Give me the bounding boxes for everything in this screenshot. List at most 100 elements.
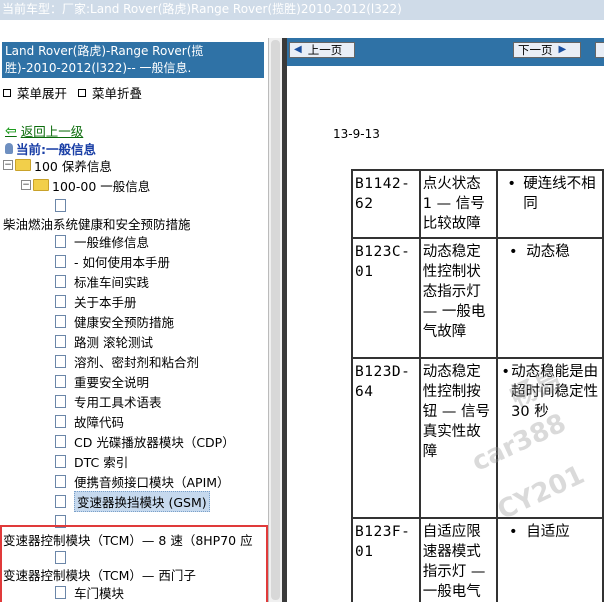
tree-node-label: 100 保养信息 bbox=[34, 158, 112, 174]
tree-item[interactable]: 一般维修信息 bbox=[55, 232, 149, 250]
extra-nav-button[interactable]: 【 bbox=[595, 42, 604, 58]
document-icon bbox=[55, 585, 66, 599]
document-icon bbox=[55, 434, 66, 448]
tree-item-label: 变速器控制模块（TCM）— 西门子 bbox=[3, 567, 196, 583]
dtc-action-cell: • 硬连线不相同 bbox=[496, 169, 604, 239]
dtc-description: 动态稳定性控制按钮 — 信号真实性故障 bbox=[418, 357, 499, 519]
folder-open-icon bbox=[33, 179, 49, 191]
document-icon bbox=[55, 474, 66, 488]
document-icon bbox=[55, 414, 66, 428]
expand-square-icon bbox=[3, 88, 11, 97]
extra-nav-label: 【 bbox=[597, 42, 604, 58]
tree-item-label: 专用工具术语表 bbox=[74, 394, 162, 410]
dtc-table: B1142-62 点火状态 1 — 信号比较故障 • 硬连线不相同 B123C-0… bbox=[351, 169, 604, 602]
tree-node-100-00[interactable]: − 100-00 一般信息 bbox=[21, 176, 150, 194]
tree-item[interactable]: DTC 索引 bbox=[55, 452, 128, 470]
document-icon bbox=[55, 514, 66, 528]
next-page-button[interactable]: 下一页 ▶ bbox=[513, 42, 581, 58]
back-link[interactable]: ⇦ 返回上一级 bbox=[5, 121, 83, 140]
next-page-label: 下一页 bbox=[518, 43, 553, 57]
tree-item-selected[interactable]: 变速器换挡模块 (GSM) bbox=[55, 490, 210, 512]
vertical-scrollbar[interactable] bbox=[268, 38, 283, 602]
dtc-code: B123F-01 bbox=[351, 517, 421, 602]
document-icon bbox=[55, 354, 66, 368]
dtc-description: 动态稳定性控制状态指示灯 — 一般电气故障 bbox=[418, 237, 499, 359]
tree-item[interactable]: 故障代码 bbox=[55, 412, 124, 430]
tree-item[interactable]: - 如何使用本手册 bbox=[55, 252, 170, 270]
arrow-left-icon: ◀ bbox=[294, 44, 302, 55]
dtc-code: B1142-62 bbox=[351, 169, 421, 239]
scrollbar-thumb[interactable] bbox=[271, 40, 280, 600]
tree-leaf-doc[interactable] bbox=[55, 196, 74, 214]
tree-item[interactable]: 重要安全说明 bbox=[55, 372, 149, 390]
tree-item-label: CD 光碟播放器模块（CDP） bbox=[74, 434, 235, 450]
dtc-description: 自适应限速器模式指示灯 — 一般电气故障 bbox=[418, 517, 499, 602]
content-panel: ◀ 上一页 下一页 ▶ 【 13-9-13 B1142-62 点火状态 1 — … bbox=[287, 38, 604, 602]
collapse-toggle-icon[interactable]: − bbox=[3, 160, 13, 170]
tree-item[interactable]: 路测 滚轮测试 bbox=[55, 332, 153, 350]
panel-title: Land Rover(路虎)-Range Rover(揽 胜)-2010-201… bbox=[2, 42, 264, 78]
document-icon bbox=[55, 234, 66, 248]
dtc-action-cell: • 自适应 bbox=[496, 517, 604, 602]
collapse-toggle-icon[interactable]: − bbox=[21, 180, 31, 190]
tree-item-label: 重要安全说明 bbox=[74, 374, 150, 390]
document-icon bbox=[55, 454, 66, 468]
tree-node-100[interactable]: − 100 保养信息 bbox=[3, 156, 112, 174]
tree-item-label: 便携音频接口模块（APIM） bbox=[74, 474, 230, 490]
document-icon bbox=[55, 494, 66, 508]
panel-title-line2: 胜)-2010-2012(l322)-- 一般信息. bbox=[5, 61, 192, 75]
bullet-mark: • bbox=[508, 524, 518, 540]
dtc-action: 硬连线不相同 bbox=[523, 176, 596, 212]
expand-all-label: 菜单展开 bbox=[17, 86, 68, 101]
tree-item-tcm-siemens[interactable]: 变速器控制模块（TCM）— 西门子 bbox=[3, 565, 196, 583]
prev-page-label: 上一页 bbox=[307, 43, 343, 57]
tree-item-label: 健康安全预防措施 bbox=[74, 314, 175, 330]
tree-item-label: - 如何使用本手册 bbox=[74, 254, 170, 270]
tree-leaf-doc[interactable] bbox=[55, 512, 74, 530]
tree-item[interactable]: 关于本手册 bbox=[55, 292, 137, 310]
tree-item-label: 标准车间实践 bbox=[74, 274, 150, 290]
tree-item[interactable]: 专用工具术语表 bbox=[55, 392, 162, 410]
tree-leaf-doc[interactable] bbox=[55, 548, 74, 566]
collapse-square-icon bbox=[78, 88, 86, 97]
tree-item[interactable]: 便携音频接口模块（APIM） bbox=[55, 472, 230, 490]
tree-item[interactable]: 健康安全预防措施 bbox=[55, 312, 174, 330]
tree-item-diesel-safety[interactable]: 柴油燃油系统健康和安全预防措施 bbox=[3, 214, 191, 232]
tree-item-label: 变速器控制模块（TCM）— 8 速（8HP70 应 bbox=[3, 532, 253, 548]
expand-all-button[interactable]: 菜单展开 bbox=[3, 83, 67, 102]
content-nav-bar: ◀ 上一页 下一页 ▶ 【 bbox=[287, 38, 604, 66]
tree-item-tcm-8hp[interactable]: 变速器控制模块（TCM）— 8 速（8HP70 应 bbox=[3, 530, 253, 548]
tree-item-label: 故障代码 bbox=[74, 414, 125, 430]
navigation-panel: Land Rover(路虎)-Range Rover(揽 胜)-2010-201… bbox=[0, 38, 268, 602]
tree-item-label: 柴油燃油系统健康和安全预防措施 bbox=[3, 216, 191, 232]
document-icon bbox=[55, 394, 66, 408]
document-icon bbox=[55, 254, 66, 268]
table-row: B123C-01 动态稳定性控制状态指示灯 — 一般电气故障 • 动态稳 bbox=[351, 237, 604, 359]
tree-item-label: 溶剂、密封剂和粘合剂 bbox=[74, 354, 200, 370]
tree-item-label: 变速器换挡模块 (GSM) bbox=[74, 490, 210, 512]
arrow-right-icon: ▶ bbox=[558, 44, 567, 55]
document-icon bbox=[55, 374, 66, 388]
dtc-action: 自适应 bbox=[526, 524, 570, 540]
collapse-all-label: 菜单折叠 bbox=[92, 86, 143, 101]
tree-item-label: 关于本手册 bbox=[74, 294, 137, 310]
tree-item-label: 一般维修信息 bbox=[74, 234, 150, 250]
location-pin-icon bbox=[5, 143, 13, 154]
tree-item[interactable]: CD 光碟播放器模块（CDP） bbox=[55, 432, 235, 450]
dtc-action: 动态稳 bbox=[526, 244, 570, 260]
tree-item-door-module[interactable]: 车门模块 bbox=[55, 583, 124, 601]
document-icon bbox=[55, 334, 66, 348]
document-date: 13-9-13 bbox=[333, 127, 380, 141]
document-icon bbox=[55, 198, 66, 212]
dtc-action-cell: • 动态稳 bbox=[496, 237, 604, 359]
tree-item[interactable]: 溶剂、密封剂和粘合剂 bbox=[55, 352, 199, 370]
tree-item[interactable]: 标准车间实践 bbox=[55, 272, 149, 290]
collapse-all-button[interactable]: 菜单折叠 bbox=[78, 83, 142, 102]
back-arrow-icon: ⇦ bbox=[5, 122, 17, 139]
dtc-description: 点火状态 1 — 信号比较故障 bbox=[418, 169, 499, 239]
prev-page-button[interactable]: ◀ 上一页 bbox=[289, 42, 355, 58]
document-icon bbox=[55, 294, 66, 308]
table-row: B1142-62 点火状态 1 — 信号比较故障 • 硬连线不相同 bbox=[351, 169, 604, 239]
tree-item-label: 路测 滚轮测试 bbox=[74, 334, 153, 350]
vehicle-value: 厂家:Land Rover(路虎)Range Rover(揽胜)2010-201… bbox=[62, 2, 402, 16]
